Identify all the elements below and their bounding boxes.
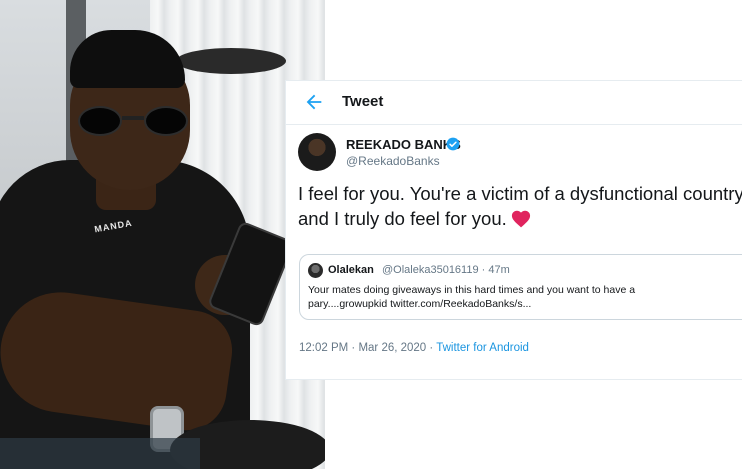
quoted-tweet-text: Your mates doing giveaways in this hard … [308,284,636,310]
tweet-meta: 12:02 PM · Mar 26, 2020 · Twitter for An… [299,342,529,354]
author-handle[interactable]: @ReekadoBanks [346,154,440,168]
verified-badge-icon [446,137,460,151]
heart-icon [511,210,530,228]
quoted-author-handle: @Olaleka35016119 · 47m [382,264,510,276]
quoted-tweet[interactable]: Olalekan @Olaleka35016119 · 47m Your mat… [299,254,742,320]
tweet-body: I feel for you. You're a victim of a dys… [298,181,742,231]
tweet-card: Tweet REEKADO BANKS @ReekadoBanks I feel… [285,80,742,380]
meta-separator: · [426,342,437,354]
sunglasses [78,104,196,138]
back-arrow-icon[interactable] [303,91,325,113]
quoted-author-name: Olalekan [328,264,374,276]
page-title: Tweet [342,93,384,110]
tweet-timestamp[interactable]: 12:02 PM · Mar 26, 2020 [299,342,426,354]
tweet-header: Tweet [286,81,742,125]
profile-photo: MANDA [0,0,325,469]
lamp-shade [176,48,286,74]
author-avatar[interactable] [298,133,336,171]
author-name[interactable]: REEKADO BANKS [346,137,461,152]
foreground-shade [0,438,200,469]
tweet-source-link[interactable]: Twitter for Android [436,342,529,354]
quoted-author-avatar [308,263,323,278]
